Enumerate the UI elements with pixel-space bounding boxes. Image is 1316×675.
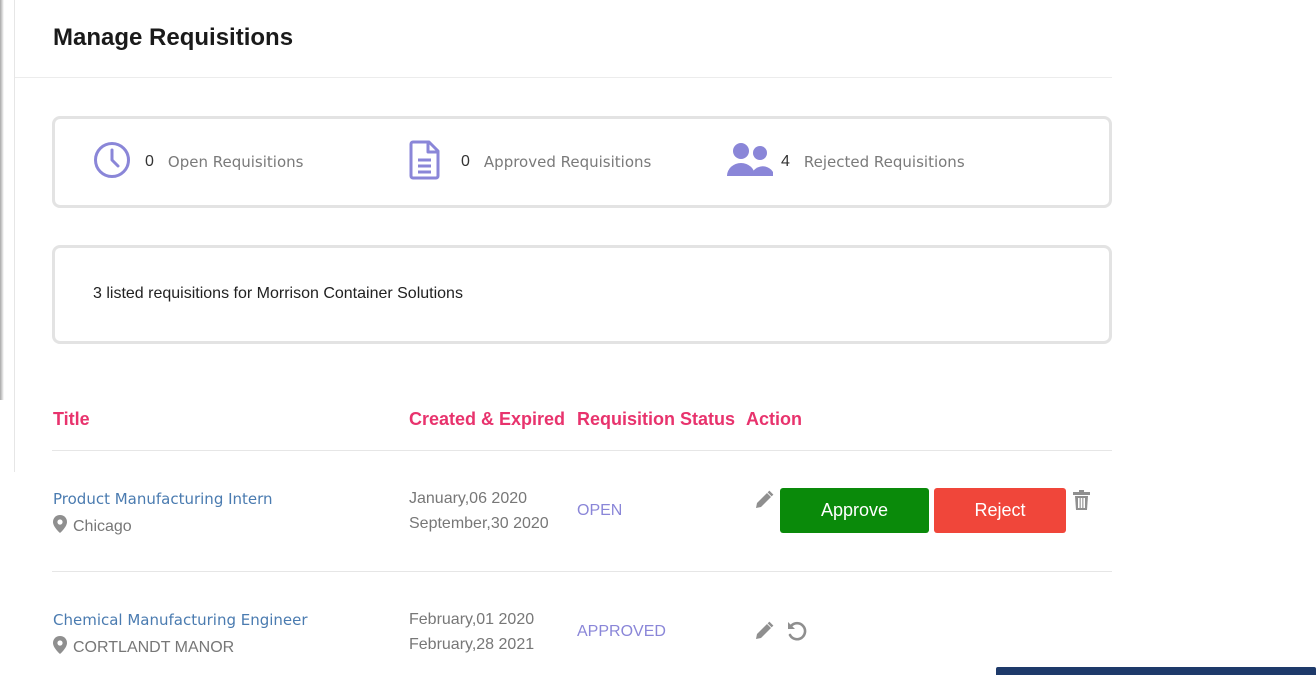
stat-label: Rejected Requisitions [803, 153, 965, 171]
table-header-divider [52, 450, 1112, 451]
page-title: Manage Requisitions [53, 24, 294, 51]
requisition-title-link[interactable]: Chemical Manufacturing Engineer [53, 611, 308, 629]
requisition-title-link[interactable]: Product Manufacturing Intern [53, 490, 273, 508]
approve-button[interactable]: Approve [780, 488, 929, 533]
column-header-title: Title [53, 409, 90, 429]
expired-date: September,30 2020 [409, 515, 549, 532]
status-badge: OPEN [577, 502, 623, 519]
stat-count: 4 [781, 153, 790, 170]
status-badge: APPROVED [577, 623, 666, 640]
reject-button[interactable]: Reject [934, 488, 1066, 533]
created-date: January,06 2020 [409, 490, 528, 507]
requisitions-summary: 3 listed requisitions for Morrison Conta… [93, 285, 463, 302]
stat-count: 0 [145, 153, 154, 170]
content-border [14, 0, 15, 472]
summary-card: 3 listed requisitions for Morrison Conta… [52, 245, 1112, 344]
location-text: Chicago [73, 517, 132, 535]
map-pin-icon [53, 515, 73, 538]
expired-date: February,28 2021 [409, 636, 535, 653]
stats-card: 0 Open Requisitions 0 Approved Requisiti… [52, 116, 1112, 208]
column-header-status: Requisition Status [577, 409, 736, 429]
users-icon [725, 142, 775, 183]
stat-rejected-requisitions: 4 Rejected Requisitions [725, 119, 965, 205]
bottom-widget-bar[interactable] [996, 667, 1316, 675]
column-header-dates: Created & Expired [409, 409, 566, 429]
undo-icon[interactable] [786, 620, 808, 647]
stat-open-requisitions: 0 Open Requisitions [93, 119, 303, 205]
edit-icon[interactable] [754, 490, 774, 515]
document-icon [409, 140, 441, 185]
created-date: February,01 2020 [409, 611, 535, 628]
sidebar-shadow [0, 0, 4, 400]
stat-count: 0 [461, 153, 470, 170]
divider [15, 77, 1112, 78]
row-divider [52, 571, 1112, 572]
location-text: CORTLANDT MANOR [73, 638, 235, 656]
map-pin-icon [53, 636, 73, 659]
requisition-location: CORTLANDT MANOR [53, 636, 234, 659]
edit-icon[interactable] [754, 621, 774, 646]
trash-icon[interactable] [1073, 490, 1090, 515]
stat-label: Approved Requisitions [483, 153, 652, 171]
clock-icon [93, 141, 131, 184]
requisition-location: Chicago [53, 515, 132, 538]
stat-label: Open Requisitions [167, 153, 304, 171]
column-header-action: Action [746, 409, 802, 429]
stat-approved-requisitions: 0 Approved Requisitions [409, 119, 651, 205]
